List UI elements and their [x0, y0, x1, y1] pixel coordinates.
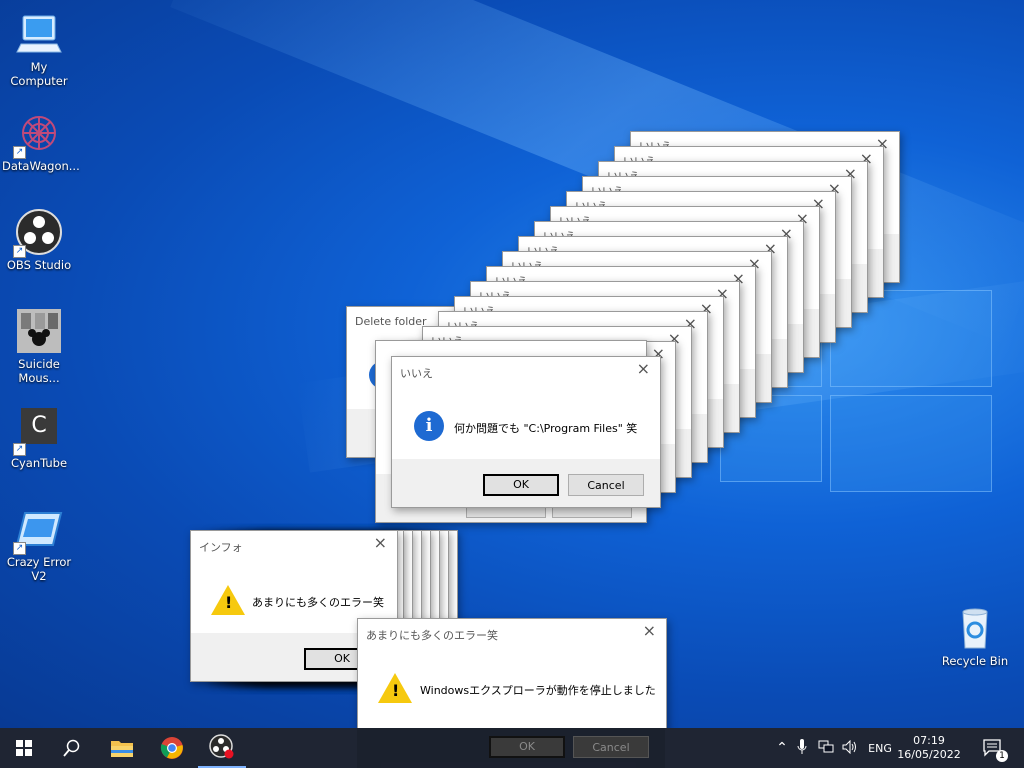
- taskbar-obs[interactable]: [198, 728, 246, 768]
- computer-icon: [15, 10, 63, 58]
- clock[interactable]: 07:19 16/05/2022: [897, 728, 961, 768]
- desktop-icon-label: CyanTube: [10, 456, 68, 470]
- explorer-ok-button[interactable]: OK: [489, 736, 565, 758]
- system-tray: ⌃ ENG: [774, 728, 898, 768]
- datawagon-icon: ↗: [13, 109, 63, 159]
- shortcut-arrow-icon: ↗: [13, 542, 26, 555]
- desktop-icon-datawagon[interactable]: ↗ DataWagon...: [0, 101, 80, 173]
- shortcut-arrow-icon: ↗: [13, 146, 26, 159]
- warning-icon: !: [211, 585, 245, 615]
- dialog-title: いいえ: [400, 367, 433, 380]
- desktop-icon-label: Recycle Bin: [941, 654, 1009, 668]
- close-icon[interactable]: ×: [643, 621, 656, 640]
- start-button[interactable]: [0, 728, 48, 768]
- shortcut-arrow-icon: ↗: [13, 245, 26, 258]
- desktop-icon-label: OBS Studio: [6, 258, 72, 272]
- start-icon: [16, 740, 32, 756]
- desktop-icon-cyantube[interactable]: C ↗ CyanTube: [0, 398, 78, 470]
- explorer-dialog-footer-overlap: OK Cancel: [357, 728, 665, 768]
- desktop-icon-my-computer[interactable]: My Computer: [0, 2, 78, 88]
- shortcut-arrow-icon: ↗: [13, 443, 26, 456]
- dialog-title: Delete folder: [355, 315, 427, 328]
- notification-center-button[interactable]: 1: [978, 728, 1008, 768]
- dialog-message: 何か問題でも "C:\Program Files" 笑: [454, 422, 638, 435]
- search-icon: [63, 739, 80, 757]
- ok-button[interactable]: OK: [483, 474, 559, 496]
- wallpaper-logo-pane: [830, 395, 992, 492]
- taskbar-file-explorer[interactable]: [98, 728, 146, 768]
- desktop-icon-recycle-bin[interactable]: Recycle Bin: [936, 596, 1014, 668]
- recycle-bin-icon: [951, 604, 999, 652]
- cyantube-icon: C ↗: [13, 406, 63, 456]
- taskbar-chrome[interactable]: [148, 728, 196, 768]
- obs-icon: [209, 734, 234, 759]
- volume-icon[interactable]: [838, 739, 862, 757]
- network-icon[interactable]: [814, 740, 838, 757]
- desktop-icon-label: Crazy Error V2: [6, 555, 72, 583]
- language-indicator[interactable]: ENG: [862, 742, 898, 755]
- suicide-mouse-icon: [15, 307, 63, 355]
- desktop: My Computer ↗ DataWagon... ↗ OBS Studio …: [0, 0, 1024, 728]
- explorer-cancel-button[interactable]: Cancel: [573, 736, 649, 758]
- info-icon: i: [414, 411, 444, 441]
- search-button[interactable]: [48, 728, 96, 768]
- clock-date: 16/05/2022: [897, 748, 961, 761]
- dialog-message: Windowsエクスプローラが動作を停止しました: [420, 684, 656, 697]
- desktop-icon-obs-studio[interactable]: ↗ OBS Studio: [0, 200, 78, 272]
- obs-icon: ↗: [13, 208, 63, 258]
- desktop-icon-suicide-mouse[interactable]: Suicide Mous...: [0, 299, 78, 385]
- file-explorer-icon: [111, 741, 133, 757]
- notification-badge: 1: [996, 750, 1008, 762]
- chevron-up-icon[interactable]: ⌃: [774, 740, 790, 756]
- microphone-icon[interactable]: [790, 738, 814, 758]
- dialog-title: あまりにも多くのエラー笑: [366, 629, 498, 642]
- crazy-error-icon: ↗: [13, 505, 63, 555]
- desktop-icon-label: Suicide Mous...: [18, 357, 60, 385]
- clock-time: 07:19: [913, 734, 945, 747]
- warning-icon: !: [378, 673, 412, 703]
- cancel-button[interactable]: Cancel: [568, 474, 644, 496]
- desktop-icon-crazy-error[interactable]: ↗ Crazy Error V2: [0, 497, 78, 583]
- desktop-icon-label: My Computer: [10, 60, 68, 88]
- taskbar: OK Cancel ⌃ ENG 07:19 16/05/2022 1: [0, 728, 1024, 768]
- chrome-icon: [160, 737, 183, 759]
- explorer-error-dialog[interactable]: あまりにも多くのエラー笑 × ! Windowsエクスプローラが動作を停止しまし…: [357, 618, 667, 728]
- desktop-icon-label: DataWagon...: [2, 159, 80, 173]
- close-icon[interactable]: ×: [374, 533, 387, 552]
- close-icon[interactable]: ×: [637, 359, 650, 378]
- dialog-message: あまりにも多くのエラー笑: [252, 596, 384, 609]
- main-error-dialog[interactable]: いいえ × i 何か問題でも "C:\Program Files" 笑 OK C…: [391, 356, 661, 508]
- dialog-title: インフォ: [199, 541, 243, 554]
